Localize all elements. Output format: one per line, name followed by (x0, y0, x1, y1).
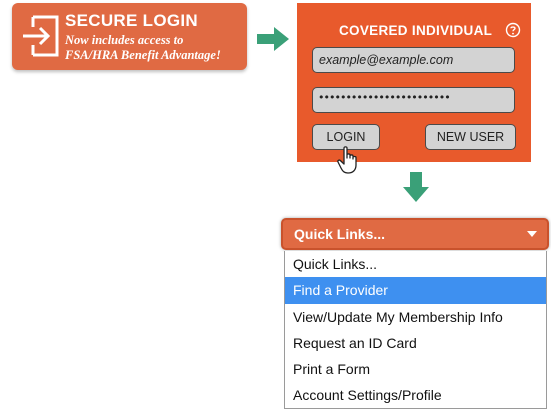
secure-login-subtitle: Now includes access to FSA/HRA Benefit A… (65, 33, 247, 63)
login-door-icon (23, 15, 59, 57)
password-field-value: •••••••••••••••••••••••• (318, 91, 451, 104)
chevron-down-icon (527, 231, 537, 237)
quick-links-option[interactable]: Print a Form (285, 356, 546, 382)
quick-links-option[interactable]: Quick Links... (285, 251, 546, 277)
quick-links-option-highlighted[interactable]: Find a Provider (285, 277, 546, 304)
secure-login-subtitle-line1: Now includes access to (65, 33, 184, 47)
quick-links-selected-value: Quick Links... (294, 226, 386, 242)
secure-login-banner[interactable]: SECURE LOGIN Now includes access to FSA/… (12, 3, 247, 70)
panel-title: COVERED INDIVIDUAL (339, 23, 493, 38)
quick-links-select[interactable]: Quick Links... (281, 218, 549, 250)
help-circle-icon[interactable] (505, 22, 521, 38)
quick-links-options: Quick Links... Find a Provider View/Upda… (284, 251, 547, 409)
email-field[interactable]: example@example.com (312, 47, 515, 73)
login-panel: COVERED INDIVIDUAL example@example.com •… (297, 3, 531, 162)
password-field[interactable]: •••••••••••••••••••••••• (312, 87, 515, 113)
quick-links-option[interactable]: View/Update My Membership Info (285, 304, 546, 330)
hand-cursor-icon (337, 146, 357, 174)
arrow-right-icon (257, 27, 289, 51)
email-field-value: example@example.com (319, 53, 454, 67)
secure-login-subtitle-line2: FSA/HRA Benefit Advantage! (65, 48, 221, 62)
quick-links-option[interactable]: Account Settings/Profile (285, 382, 546, 408)
arrow-down-icon (403, 172, 429, 202)
secure-login-title: SECURE LOGIN (65, 11, 199, 30)
new-user-button[interactable]: NEW USER (425, 124, 516, 150)
quick-links-option[interactable]: Request an ID Card (285, 330, 546, 356)
